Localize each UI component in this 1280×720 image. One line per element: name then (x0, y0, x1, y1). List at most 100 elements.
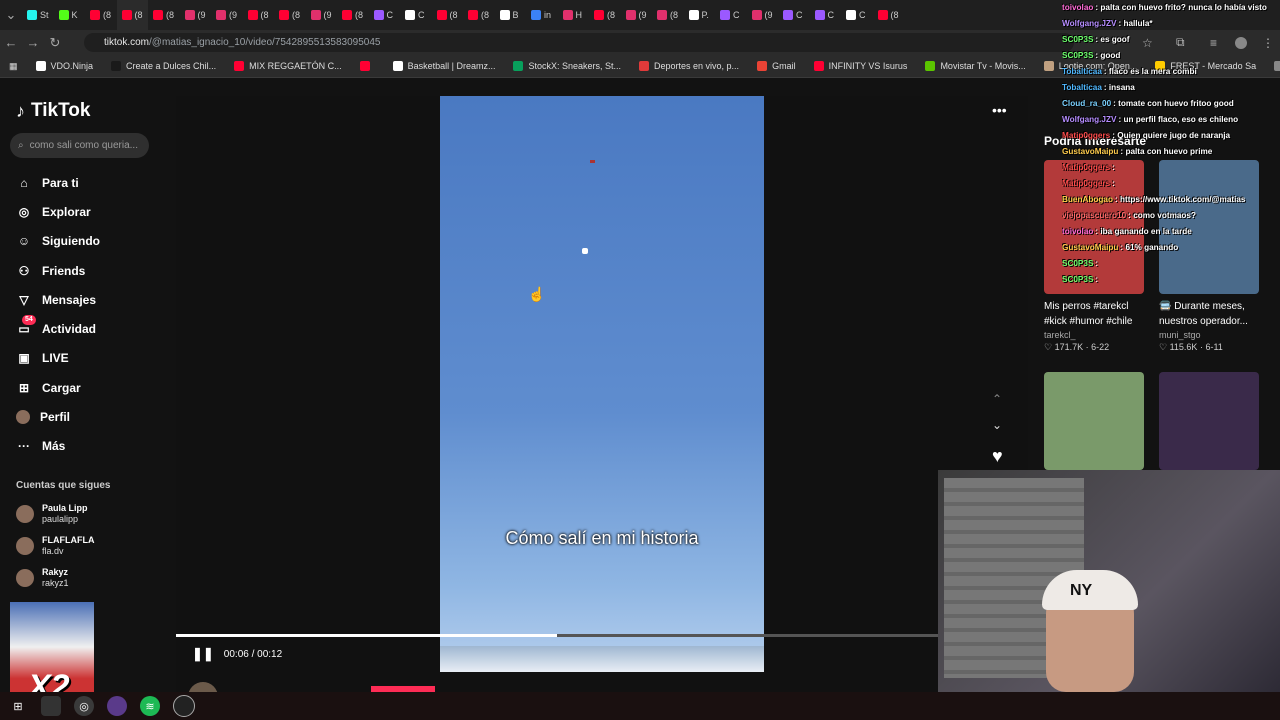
browser-tab[interactable]: (9 (621, 0, 653, 30)
browser-tab[interactable]: (8 (148, 0, 180, 30)
tab-label: (8 (355, 10, 364, 20)
more-options-icon[interactable]: ••• (992, 102, 1007, 118)
followed-account[interactable]: Rakyz rakyz1 (16, 567, 69, 589)
sidebar-item-friends[interactable]: ⚇ Friends (16, 256, 156, 285)
sidebar-item-siguiendo[interactable]: ☺ Siguiendo (16, 227, 156, 256)
bookmark-item[interactable]: VDO.Ninja (27, 61, 103, 71)
sidebar-item-cargar[interactable]: ⊞ Cargar (16, 373, 156, 402)
sidebar-item-mensajes[interactable]: ▽ Mensajes (16, 285, 156, 314)
app-icon[interactable] (107, 696, 127, 716)
browser-tab[interactable]: H (558, 0, 590, 30)
browser-tab[interactable]: C (400, 0, 432, 30)
bookmark-item[interactable]: Deportes en vivo, p... (630, 61, 748, 71)
browser-tab[interactable]: P. (684, 0, 716, 30)
chat-message: Cloud_ra_00: tomate con huevo fritoo goo… (1062, 99, 1234, 108)
back-icon[interactable]: ← (0, 35, 22, 50)
sidebar-item-actividad[interactable]: ▭ 54 Actividad (16, 314, 156, 343)
browser-tab[interactable]: (9 (306, 0, 338, 30)
tab-favicon-icon (436, 10, 447, 20)
compass-icon: ◎ (18, 204, 30, 219)
tab-search-icon[interactable]: ⌄ (0, 7, 22, 23)
tab-label: St (40, 10, 49, 20)
reload-icon[interactable]: ↻ (44, 35, 66, 51)
bookmark-item[interactable]: Basketball | Dreamz... (384, 61, 505, 71)
windows-start-icon[interactable]: ⊞ (8, 696, 28, 716)
search-input[interactable]: ⌕ como sali como queria... (10, 133, 149, 158)
sidebar-item-live[interactable]: ▣ LIVE (16, 344, 156, 373)
bookmark-item[interactable]: Create a Dulces Chil... (102, 61, 225, 71)
browser-tab[interactable]: C (369, 0, 401, 30)
next-video-icon[interactable]: ⌄ (992, 418, 1002, 432)
browser-tab[interactable]: K (54, 0, 86, 30)
spotify-icon[interactable]: ≋ (140, 696, 160, 716)
bookmark-item[interactable]: MIX REGGAETÓN C... (225, 61, 351, 71)
browser-tab[interactable]: C (841, 0, 873, 30)
bookmark-favicon-icon (513, 61, 524, 71)
browser-tab[interactable]: (9 (180, 0, 212, 30)
browser-tab[interactable]: B (495, 0, 527, 30)
pause-icon[interactable]: ❚❚ (192, 646, 214, 662)
obs-icon[interactable] (173, 695, 195, 717)
video-progress-bar[interactable] (176, 634, 938, 637)
prev-video-icon[interactable]: ⌃ (992, 392, 1002, 406)
ny-logo-icon: NY (1070, 582, 1093, 599)
followed-account[interactable]: Paula Lipp paulalipp (16, 503, 88, 525)
chat-message: SC0P3S: good (1062, 51, 1121, 60)
tab-label: K (71, 10, 78, 20)
browser-tab[interactable]: (9 (211, 0, 243, 30)
browser-tab[interactable]: (8 (432, 0, 464, 30)
chat-username: toivolao (1062, 227, 1094, 236)
forward-icon[interactable]: → (22, 35, 44, 50)
sidebar-item-explorar[interactable]: ◎ Explorar (16, 197, 156, 226)
sidebar-item-perfil[interactable]: Perfil (16, 402, 156, 431)
browser-tab[interactable]: C (715, 0, 747, 30)
browser-tab[interactable]: St (22, 0, 54, 30)
chrome-icon[interactable]: ◎ (74, 696, 94, 716)
related-video-card[interactable] (1159, 372, 1259, 470)
browser-tab[interactable]: (8 (652, 0, 684, 30)
chat-message: SC0P3S: (1062, 275, 1099, 284)
sidebar-item-parati[interactable]: ⌂ Para ti (16, 168, 156, 197)
browser-tab[interactable]: (8 (463, 0, 495, 30)
chat-text: https://www.tiktok.com/@matias (1119, 195, 1246, 204)
browser-tab[interactable]: (8 (85, 0, 117, 30)
browser-tab[interactable]: (9 (747, 0, 779, 30)
bookmark-favicon-icon (392, 61, 403, 71)
browser-tab[interactable]: (8 (337, 0, 369, 30)
tiktok-logo[interactable]: ♪ TikTok (16, 100, 90, 122)
bookmark-favicon-icon (757, 61, 768, 71)
browser-tab[interactable]: (8 (116, 0, 148, 30)
sidebar-item-ms[interactable]: ··· Más (16, 432, 156, 461)
likes-count: 171.7K (1054, 342, 1084, 352)
bookmark-item[interactable]: Gmail (748, 61, 805, 71)
bookmark-item[interactable]: StockX: Sneakers, St... (504, 61, 630, 71)
browser-tab[interactable]: (8 (589, 0, 621, 30)
browser-tab[interactable]: C (810, 0, 842, 30)
bookmark-item[interactable]: Movistar Tv - Movis... (916, 61, 1034, 71)
tab-favicon-icon (342, 10, 352, 20)
mountain-snow (440, 646, 764, 672)
related-video-card[interactable] (1044, 372, 1144, 470)
explorer-icon[interactable] (41, 696, 61, 716)
sidebar-item-label: Explorar (42, 204, 91, 219)
followed-account[interactable]: FLAFLAFLA fla.dv (16, 535, 94, 557)
browser-tab[interactable]: C (778, 0, 810, 30)
browser-tab[interactable]: in (526, 0, 558, 30)
tab-favicon-icon (153, 10, 163, 20)
browser-tab[interactable]: (8 (243, 0, 275, 30)
browser-tab[interactable]: (8 (274, 0, 306, 30)
bookmark-label: Movistar Tv - Movis... (940, 61, 1026, 71)
account-avatar (16, 537, 34, 555)
video-player[interactable]: ☝ Cómo salí en mi historia (440, 96, 764, 672)
profile-icon (16, 410, 30, 425)
apps-icon[interactable]: ▦ (0, 61, 27, 72)
like-heart-icon[interactable]: ♥ (992, 446, 1003, 467)
chat-message: Wolfgang.JZV: hallula* (1062, 19, 1153, 28)
video-thumbnail (1159, 372, 1259, 470)
browser-tab[interactable]: (8 (873, 0, 905, 30)
video-caption: Cómo salí en mi historia (505, 528, 699, 548)
address-bar[interactable]: tiktok.com/@matias_ignacio_10/video/7542… (84, 33, 1074, 52)
bookmark-item[interactable]: INFINITY VS Isurus (805, 61, 917, 71)
tab-favicon-icon (279, 10, 289, 20)
bookmark-item[interactable] (351, 61, 384, 71)
